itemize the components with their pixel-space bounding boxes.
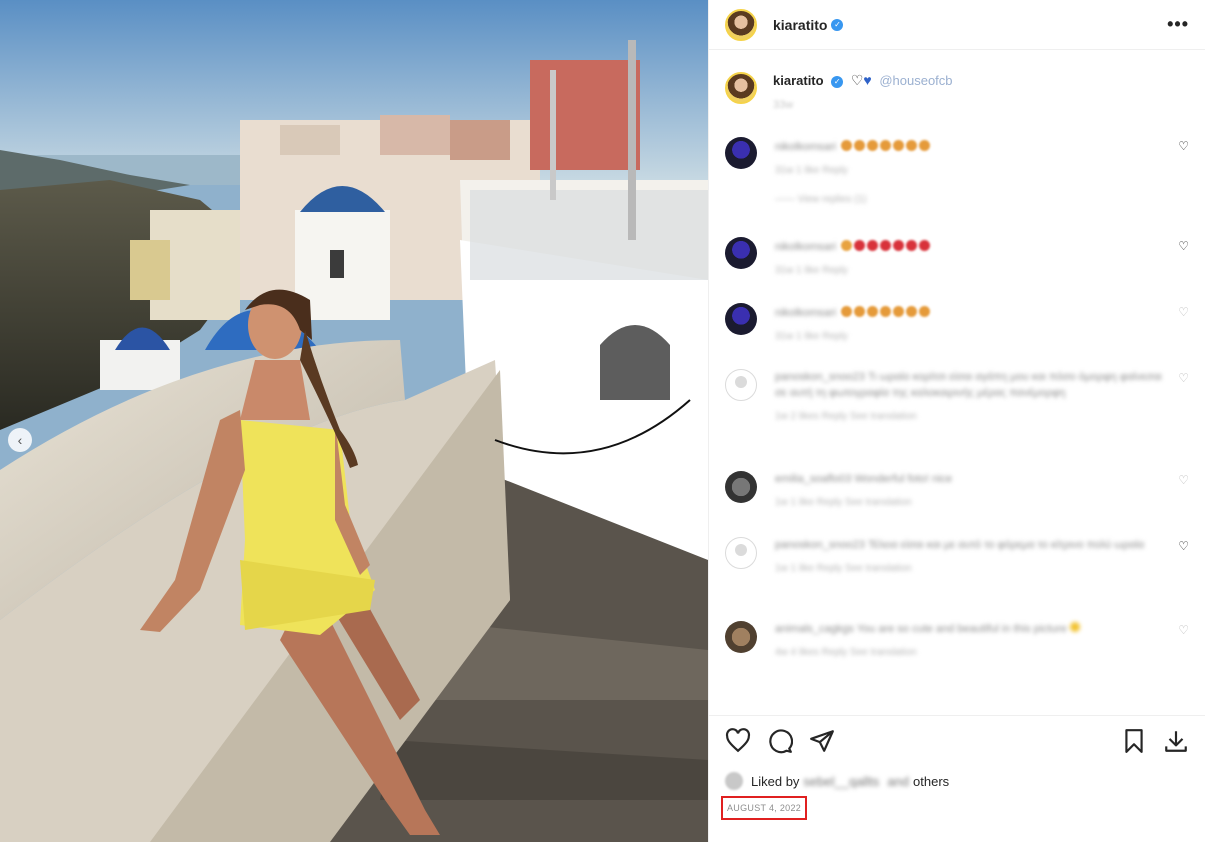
comment-username[interactable]: nikolkomsari	[775, 241, 836, 253]
view-replies-link[interactable]: —— View replies (1)	[775, 194, 1165, 205]
comment-icon[interactable]	[767, 728, 793, 754]
comment-username[interactable]: nikolkomsari	[775, 307, 836, 319]
liked-by-prefix: Liked by	[751, 773, 800, 789]
comment-item: emilia_soaflo03 Wonderful foto! nice 1w …	[725, 471, 1189, 508]
blue-heart-emoji-icon: ♥	[863, 72, 872, 88]
comment-text: Wonderful foto! nice	[854, 473, 953, 485]
more-options-icon[interactable]: •••	[1167, 14, 1189, 35]
comment-avatar[interactable]	[725, 369, 757, 401]
comment-text: Τέλεια είσαι και με αυτό το φόρεμα το κί…	[867, 539, 1145, 551]
comment-avatar[interactable]	[725, 237, 757, 269]
caption-age: 33w	[773, 99, 794, 111]
author-avatar[interactable]	[725, 8, 757, 41]
comment-meta: 1w 1 like Reply See translation	[775, 563, 912, 574]
verified-badge-icon: ✓	[831, 75, 844, 88]
comment-like-heart-icon[interactable]: ♡	[1178, 239, 1189, 253]
liked-by-and: and	[887, 773, 910, 789]
caption-avatar[interactable]	[725, 72, 757, 104]
comment-like-heart-icon[interactable]: ♡	[1178, 539, 1189, 553]
comment-username[interactable]: panoskon_snoo23	[775, 371, 865, 383]
comment-meta: 4w 4 likes Reply See translation	[775, 647, 917, 658]
caption-username[interactable]: kiaratito	[773, 73, 824, 88]
smiley-emoji-icon	[1069, 622, 1080, 632]
comment-item: panoskon_snoo23 Τι ωραίο κορίτσι είσαι α…	[725, 369, 1189, 422]
photo-scene	[0, 0, 708, 842]
heart-icon[interactable]	[725, 728, 751, 754]
comment-text: You are so cute and beautiful in this pi…	[856, 623, 1067, 635]
post-header: kiaratito ✓ •••	[709, 0, 1205, 50]
post-photo[interactable]: ‹	[0, 0, 708, 842]
bookmark-icon[interactable]	[1121, 728, 1147, 754]
verified-badge-icon: ✓	[831, 18, 844, 31]
comment-like-heart-icon[interactable]: ♡	[1178, 305, 1189, 319]
comment-avatar[interactable]	[725, 537, 757, 569]
comment-meta: 31w 1 like Reply	[775, 331, 848, 342]
liker-avatar[interactable]	[725, 772, 743, 790]
comment-like-heart-icon[interactable]: ♡	[1178, 139, 1189, 153]
emoji-row	[840, 303, 932, 320]
instagram-post-viewer: ‹ kiaratito ✓ ••• kiaratito ✓ ♡♥ @houseo…	[0, 0, 1205, 842]
comment-meta: 31w 1 like Reply	[775, 165, 848, 176]
liked-by: Liked by sebel__qallts and others	[725, 772, 1189, 790]
comment-username[interactable]: animals_cagkgs	[775, 623, 854, 635]
liked-by-others[interactable]: others	[913, 774, 949, 789]
white-heart-emoji-icon: ♡	[850, 72, 864, 88]
comment-avatar[interactable]	[725, 303, 757, 335]
comment-item: nikolkomsari 31w 1 like Reply ♡	[725, 303, 1189, 342]
comment-item: nikolkomsari 31w 1 like Reply ♡	[725, 237, 1189, 276]
author-username[interactable]: kiaratito	[773, 17, 827, 33]
comment-username[interactable]: nikolkomsari	[775, 141, 836, 153]
liked-by-user[interactable]: sebel__qallts	[803, 774, 879, 789]
action-bar	[725, 728, 1189, 754]
comment-item: nikolkomsari 31w 1 like Reply —— View re…	[725, 137, 1189, 205]
comment-like-heart-icon[interactable]: ♡	[1178, 623, 1189, 637]
comment-item: panoskon_snoo23 Τέλεια είσαι και με αυτό…	[725, 537, 1189, 574]
comment-avatar[interactable]	[725, 471, 757, 503]
post-actions: Liked by sebel__qallts and others AUGUST…	[709, 715, 1205, 842]
share-icon[interactable]	[809, 728, 835, 754]
comment-meta: 1w 2 likes Reply See translation	[775, 411, 917, 422]
comment-meta: 31w 1 like Reply	[775, 265, 848, 276]
comment-like-heart-icon[interactable]: ♡	[1178, 473, 1189, 487]
previous-image-button[interactable]: ‹	[8, 428, 32, 452]
comment-username[interactable]: panoskon_snoo23	[775, 539, 865, 551]
comment-meta: 1w 1 like Reply See translation	[775, 497, 912, 508]
comment-item: animals_cagkgs You are so cute and beaut…	[725, 621, 1189, 658]
caption: kiaratito ✓ ♡♥ @houseofcb 33w	[725, 58, 1189, 119]
emoji-row	[840, 237, 932, 254]
comment-like-heart-icon[interactable]: ♡	[1178, 371, 1189, 385]
comment-username[interactable]: emilia_soaflo03	[775, 473, 851, 485]
comment-avatar[interactable]	[725, 137, 757, 169]
comment-avatar[interactable]	[725, 621, 757, 653]
post-date[interactable]: AUGUST 4, 2022	[721, 796, 808, 820]
caption-mention-link[interactable]: @houseofcb	[879, 73, 952, 88]
download-icon[interactable]	[1163, 728, 1189, 754]
emoji-row	[840, 137, 932, 154]
post-side-panel: kiaratito ✓ ••• kiaratito ✓ ♡♥ @houseofc…	[708, 0, 1205, 842]
